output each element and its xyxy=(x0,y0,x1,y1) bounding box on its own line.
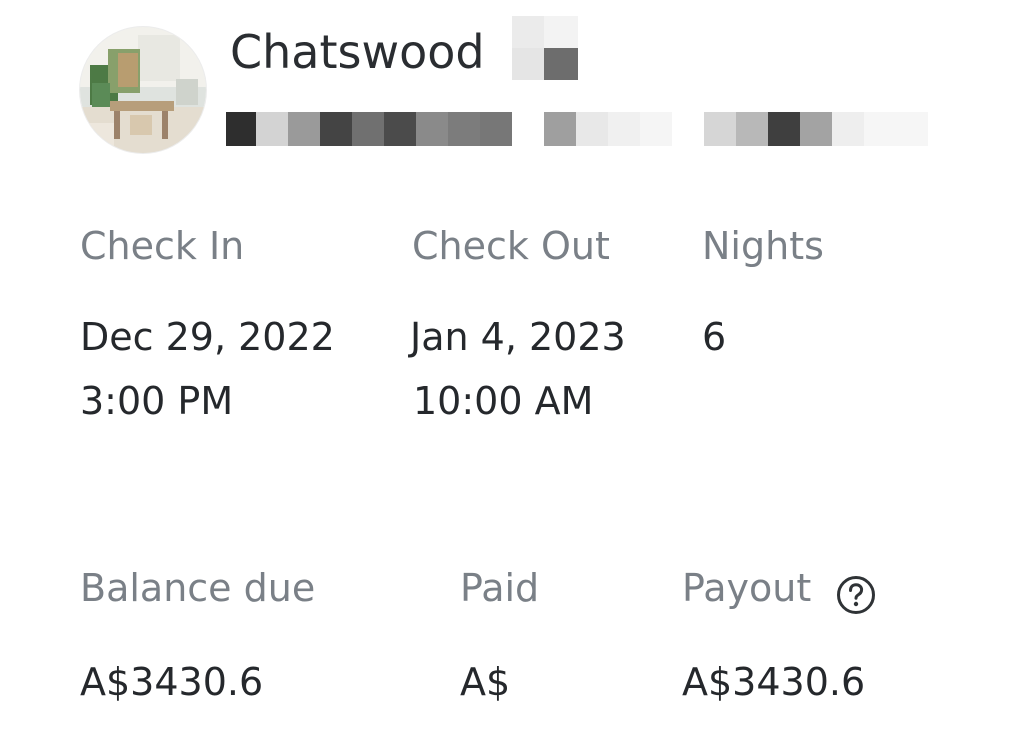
check-in-time: 3:00 PM xyxy=(80,379,234,423)
paid-value: A$ xyxy=(460,660,511,704)
check-out-time: 10:00 AM xyxy=(413,379,594,423)
payout-label: Payout xyxy=(682,566,812,610)
check-out-date: Jan 4, 2023 xyxy=(410,315,626,359)
payout-value: A$3430.6 xyxy=(682,660,866,704)
check-in-date: Dec 29, 2022 xyxy=(80,315,335,359)
name-redaction xyxy=(512,16,578,80)
address-redaction xyxy=(226,112,936,146)
property-avatar xyxy=(80,27,206,153)
property-name: Chatswood xyxy=(230,25,485,79)
check-in-label: Check In xyxy=(80,224,245,268)
question-circle-icon[interactable] xyxy=(836,575,876,615)
nights-value: 6 xyxy=(702,315,727,359)
nights-label: Nights xyxy=(702,224,824,268)
check-out-label: Check Out xyxy=(412,224,610,268)
paid-label: Paid xyxy=(460,566,540,610)
balance-due-label: Balance due xyxy=(80,566,316,610)
balance-due-value: A$3430.6 xyxy=(80,660,264,704)
